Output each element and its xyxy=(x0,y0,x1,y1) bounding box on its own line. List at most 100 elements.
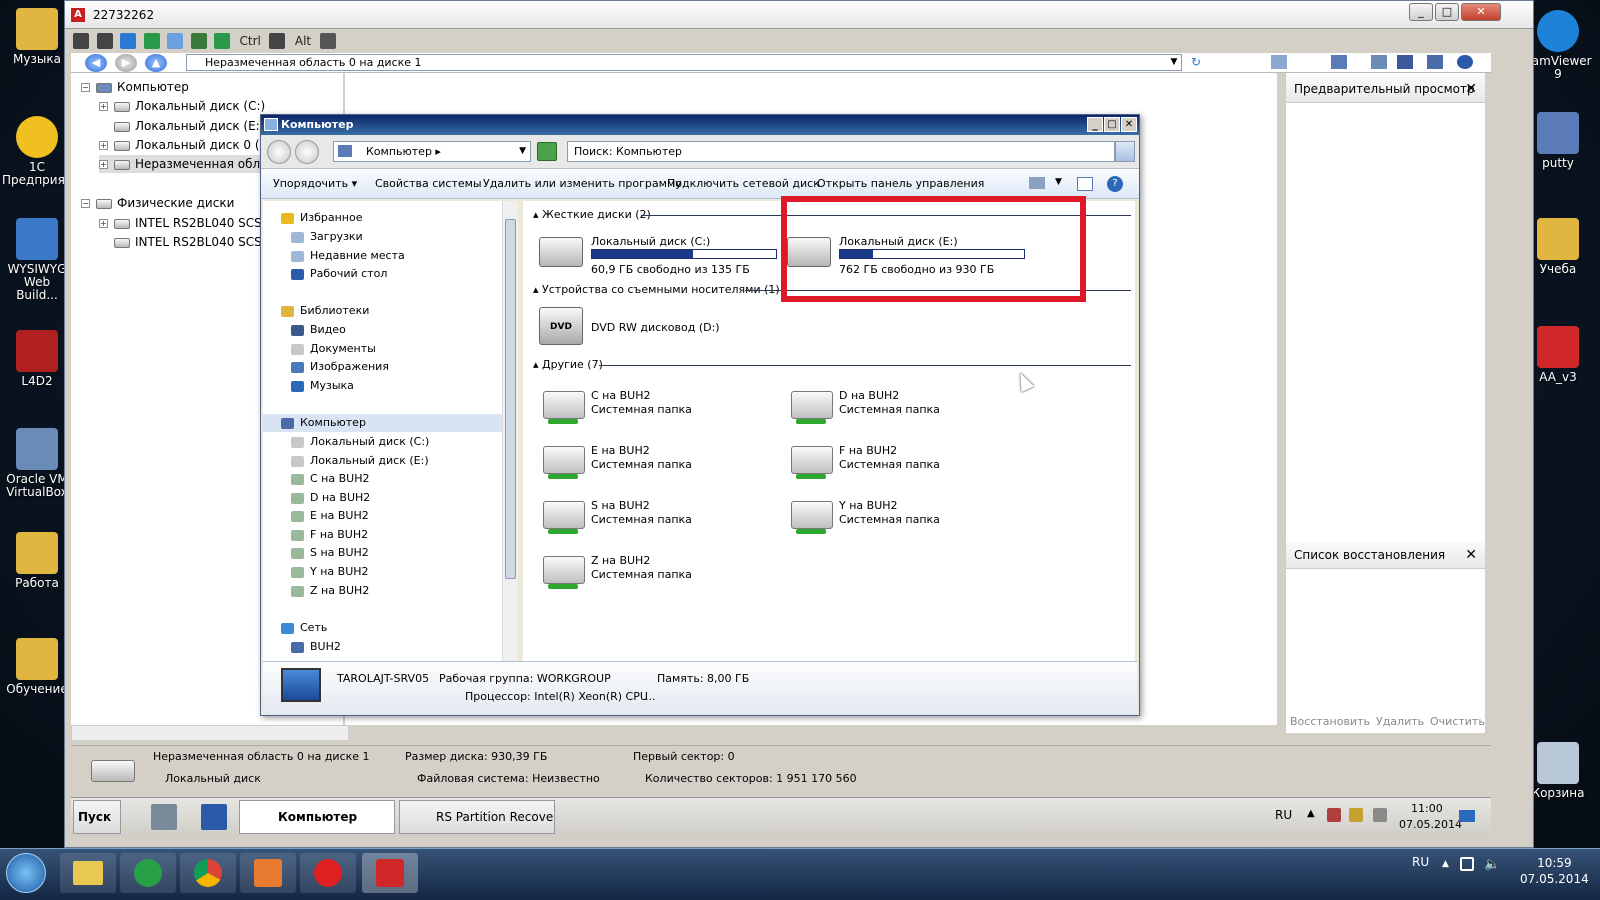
rs-address-field[interactable]: Неразмеченная область 0 на диске 1 xyxy=(186,54,1182,71)
language-indicator[interactable]: RU xyxy=(1275,808,1292,822)
nav-favorites[interactable]: Избранное xyxy=(281,209,521,227)
nav-recent-places[interactable]: Недавние места xyxy=(291,247,531,265)
tool-icon[interactable] xyxy=(73,33,89,49)
search-icon[interactable] xyxy=(1427,55,1443,69)
nav-drive-e[interactable]: Локальный диск (E:) xyxy=(291,452,531,470)
nav-desktop[interactable]: Рабочий стол xyxy=(291,265,531,283)
network-item-c[interactable]: C на BUH2 Системная папка xyxy=(543,389,773,429)
view-options-icon[interactable] xyxy=(1029,177,1045,189)
screen-icon[interactable] xyxy=(167,33,183,49)
restore-button[interactable]: Восстановить xyxy=(1290,715,1370,728)
alt-key-button[interactable]: Alt xyxy=(293,32,313,50)
group-header-removable[interactable]: ▴ Устройства со съемными носителями (1) xyxy=(533,281,780,299)
explorer-taskbar-icon[interactable] xyxy=(60,853,116,893)
panel-icon[interactable] xyxy=(1371,55,1387,69)
clock[interactable]: 10:59 07.05.2014 xyxy=(1520,855,1589,887)
network-item-z[interactable]: Z на BUH2 Системная папка xyxy=(543,554,773,594)
expand-icon[interactable]: + xyxy=(99,102,108,111)
close-icon[interactable]: ✕ xyxy=(1465,541,1477,569)
desktop-icon-l4d2[interactable]: L4D2 xyxy=(2,330,72,388)
map-network-drive-button[interactable]: Подключить сетевой диск xyxy=(667,177,820,190)
network-item-e[interactable]: E на BUH2 Системная папка xyxy=(543,444,773,484)
up-icon[interactable]: ▲ xyxy=(145,54,167,72)
nav-computer[interactable]: Компьютер xyxy=(263,414,503,432)
close-button[interactable]: ✕ xyxy=(1461,3,1501,21)
ctrl-key-button[interactable]: Ctrl xyxy=(238,32,263,50)
desktop-icon-work[interactable]: Работа xyxy=(2,532,72,590)
view-icon[interactable] xyxy=(1271,55,1287,69)
tray-volume-icon[interactable]: 🔈 xyxy=(1484,857,1500,872)
expand-icon[interactable]: + xyxy=(99,219,108,228)
desktop-icon-virtualbox[interactable]: Oracle VM VirtualBox xyxy=(2,428,72,499)
refresh-icon[interactable] xyxy=(214,33,230,49)
tool-icon[interactable] xyxy=(96,33,113,49)
drive-item-dvd[interactable]: DVD DVD RW дисковод (D:) xyxy=(539,307,779,347)
tool-icon[interactable] xyxy=(319,33,336,49)
help-icon[interactable] xyxy=(1457,55,1473,69)
open-control-panel-button[interactable]: Открыть панель управления xyxy=(817,177,984,190)
nav-net-e[interactable]: E на BUH2 xyxy=(291,507,531,525)
group-header-hard-disks[interactable]: ▴ Жесткие диски (2) xyxy=(533,206,651,224)
explorer-search-input[interactable]: Поиск: Компьютер xyxy=(567,141,1115,162)
nav-net-f[interactable]: F на BUH2 xyxy=(291,526,531,544)
tool-icon[interactable] xyxy=(269,33,286,49)
desktop-icon-music[interactable]: Музыка xyxy=(2,8,72,66)
close-button[interactable]: ✕ xyxy=(1121,117,1137,132)
nav-pictures[interactable]: Изображения xyxy=(291,358,531,376)
maximize-button[interactable]: □ xyxy=(1104,117,1120,132)
go-refresh-icon[interactable] xyxy=(537,142,557,161)
help-icon[interactable]: ? xyxy=(1107,176,1123,192)
search-icon[interactable] xyxy=(1115,141,1135,162)
tray-network-icon[interactable] xyxy=(1327,808,1341,822)
tray-security-icon[interactable] xyxy=(1349,808,1363,822)
tree-item[interactable]: − Физические диски xyxy=(81,194,234,212)
yandex-taskbar-icon[interactable] xyxy=(300,853,356,893)
expand-icon[interactable]: + xyxy=(99,141,108,150)
dropdown-icon[interactable]: ▼ xyxy=(1167,55,1181,70)
explorer-title-bar[interactable]: Компьютер _ □ ✕ xyxy=(261,115,1139,135)
forward-icon[interactable] xyxy=(295,140,319,164)
save-icon[interactable] xyxy=(1397,55,1413,69)
network-item-d[interactable]: D на BUH2 Системная папка xyxy=(791,389,1021,429)
start-orb-icon[interactable] xyxy=(6,853,46,893)
system-properties-button[interactable]: Свойства системы xyxy=(375,177,482,190)
nav-net-s[interactable]: S на BUH2 xyxy=(291,544,531,562)
tray-expand-icon[interactable]: ▲ xyxy=(1442,859,1449,869)
nav-video[interactable]: Видео xyxy=(291,321,531,339)
tree-item[interactable]: Локальный диск (E:) xyxy=(114,117,264,135)
vertical-scrollbar[interactable] xyxy=(502,201,518,661)
show-desktop-icon[interactable] xyxy=(1459,810,1475,822)
dropdown-icon[interactable]: ▼ xyxy=(519,142,526,161)
tree-item[interactable]: − Компьютер xyxy=(81,78,189,96)
paint-taskbar-icon[interactable] xyxy=(240,853,296,893)
taskbar-item-computer[interactable]: Компьютер xyxy=(239,800,395,834)
nav-downloads[interactable]: Загрузки xyxy=(291,228,531,246)
tree-item[interactable]: + Локальный диск (C:) xyxy=(99,97,265,115)
maximize-button[interactable]: □ xyxy=(1435,3,1459,21)
tool-icon[interactable] xyxy=(120,33,136,49)
nav-net-y[interactable]: Y на BUH2 xyxy=(291,563,531,581)
forward-icon[interactable]: ▶ xyxy=(115,54,137,72)
mail-taskbar-icon[interactable] xyxy=(120,853,176,893)
nav-libraries[interactable]: Библиотеки xyxy=(281,302,521,320)
aa-taskbar-icon[interactable] xyxy=(362,853,418,893)
chrome-taskbar-icon[interactable] xyxy=(180,853,236,893)
powershell-icon[interactable] xyxy=(201,804,227,830)
tray-network-icon[interactable] xyxy=(1460,857,1474,871)
network-item-f[interactable]: F на BUH2 Системная папка xyxy=(791,444,1021,484)
taskbar-item-rs-partition[interactable]: RS Partition Recover... xyxy=(399,800,555,834)
rdp-title-bar[interactable]: A 22732262 _ □ ✕ xyxy=(65,1,1533,29)
close-icon[interactable]: ✕ xyxy=(1465,75,1477,103)
nav-network[interactable]: Сеть xyxy=(281,619,521,637)
minimize-button[interactable]: _ xyxy=(1409,3,1433,21)
organize-button[interactable]: Упорядочить ▾ xyxy=(273,177,357,190)
nav-documents[interactable]: Документы xyxy=(291,340,531,358)
delete-button[interactable]: Удалить xyxy=(1376,715,1424,728)
scroll-thumb[interactable] xyxy=(505,219,516,579)
uninstall-program-button[interactable]: Удалить или изменить программу xyxy=(483,177,682,190)
horizontal-scrollbar[interactable] xyxy=(71,725,349,741)
fit-icon[interactable] xyxy=(190,33,207,49)
start-button[interactable]: Пуск xyxy=(73,800,121,834)
server-manager-icon[interactable] xyxy=(151,804,177,830)
desktop-icon-1c[interactable]: 1С Предприя... xyxy=(2,116,76,187)
